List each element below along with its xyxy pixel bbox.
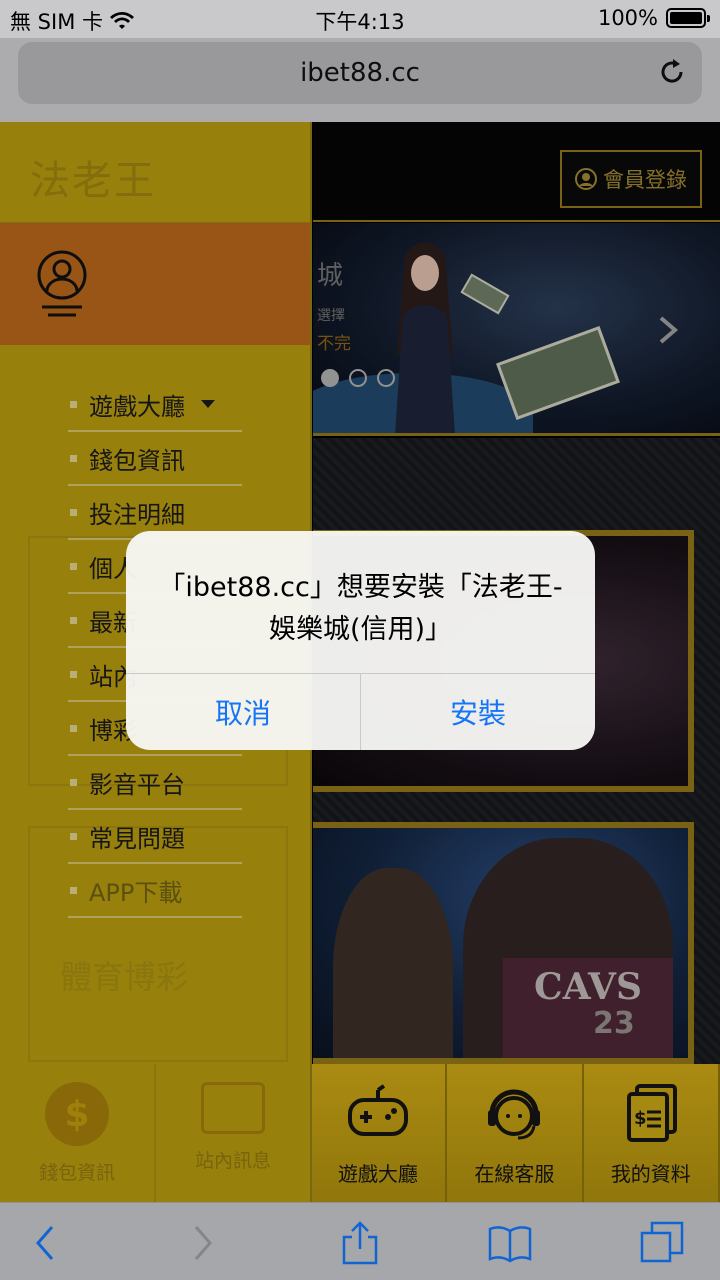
cancel-button[interactable]: 取消 (126, 674, 360, 750)
alert-message: 「ibet88.cc」想要安裝「法老王-娛樂城(信用)」 (158, 572, 563, 645)
status-right: 100% (597, 6, 710, 30)
status-bar: 無 SIM 卡 下午4:13 100% (0, 0, 720, 38)
install-button[interactable]: 安裝 (361, 674, 595, 750)
status-left: 無 SIM 卡 (10, 6, 135, 36)
carrier-label: 無 SIM 卡 (10, 10, 103, 34)
battery-icon (666, 8, 710, 28)
wifi-icon (110, 12, 134, 29)
battery-percent: 100% (597, 6, 658, 30)
install-alert-dialog: 「ibet88.cc」想要安裝「法老王-娛樂城(信用)」 取消 安裝 (126, 531, 595, 750)
